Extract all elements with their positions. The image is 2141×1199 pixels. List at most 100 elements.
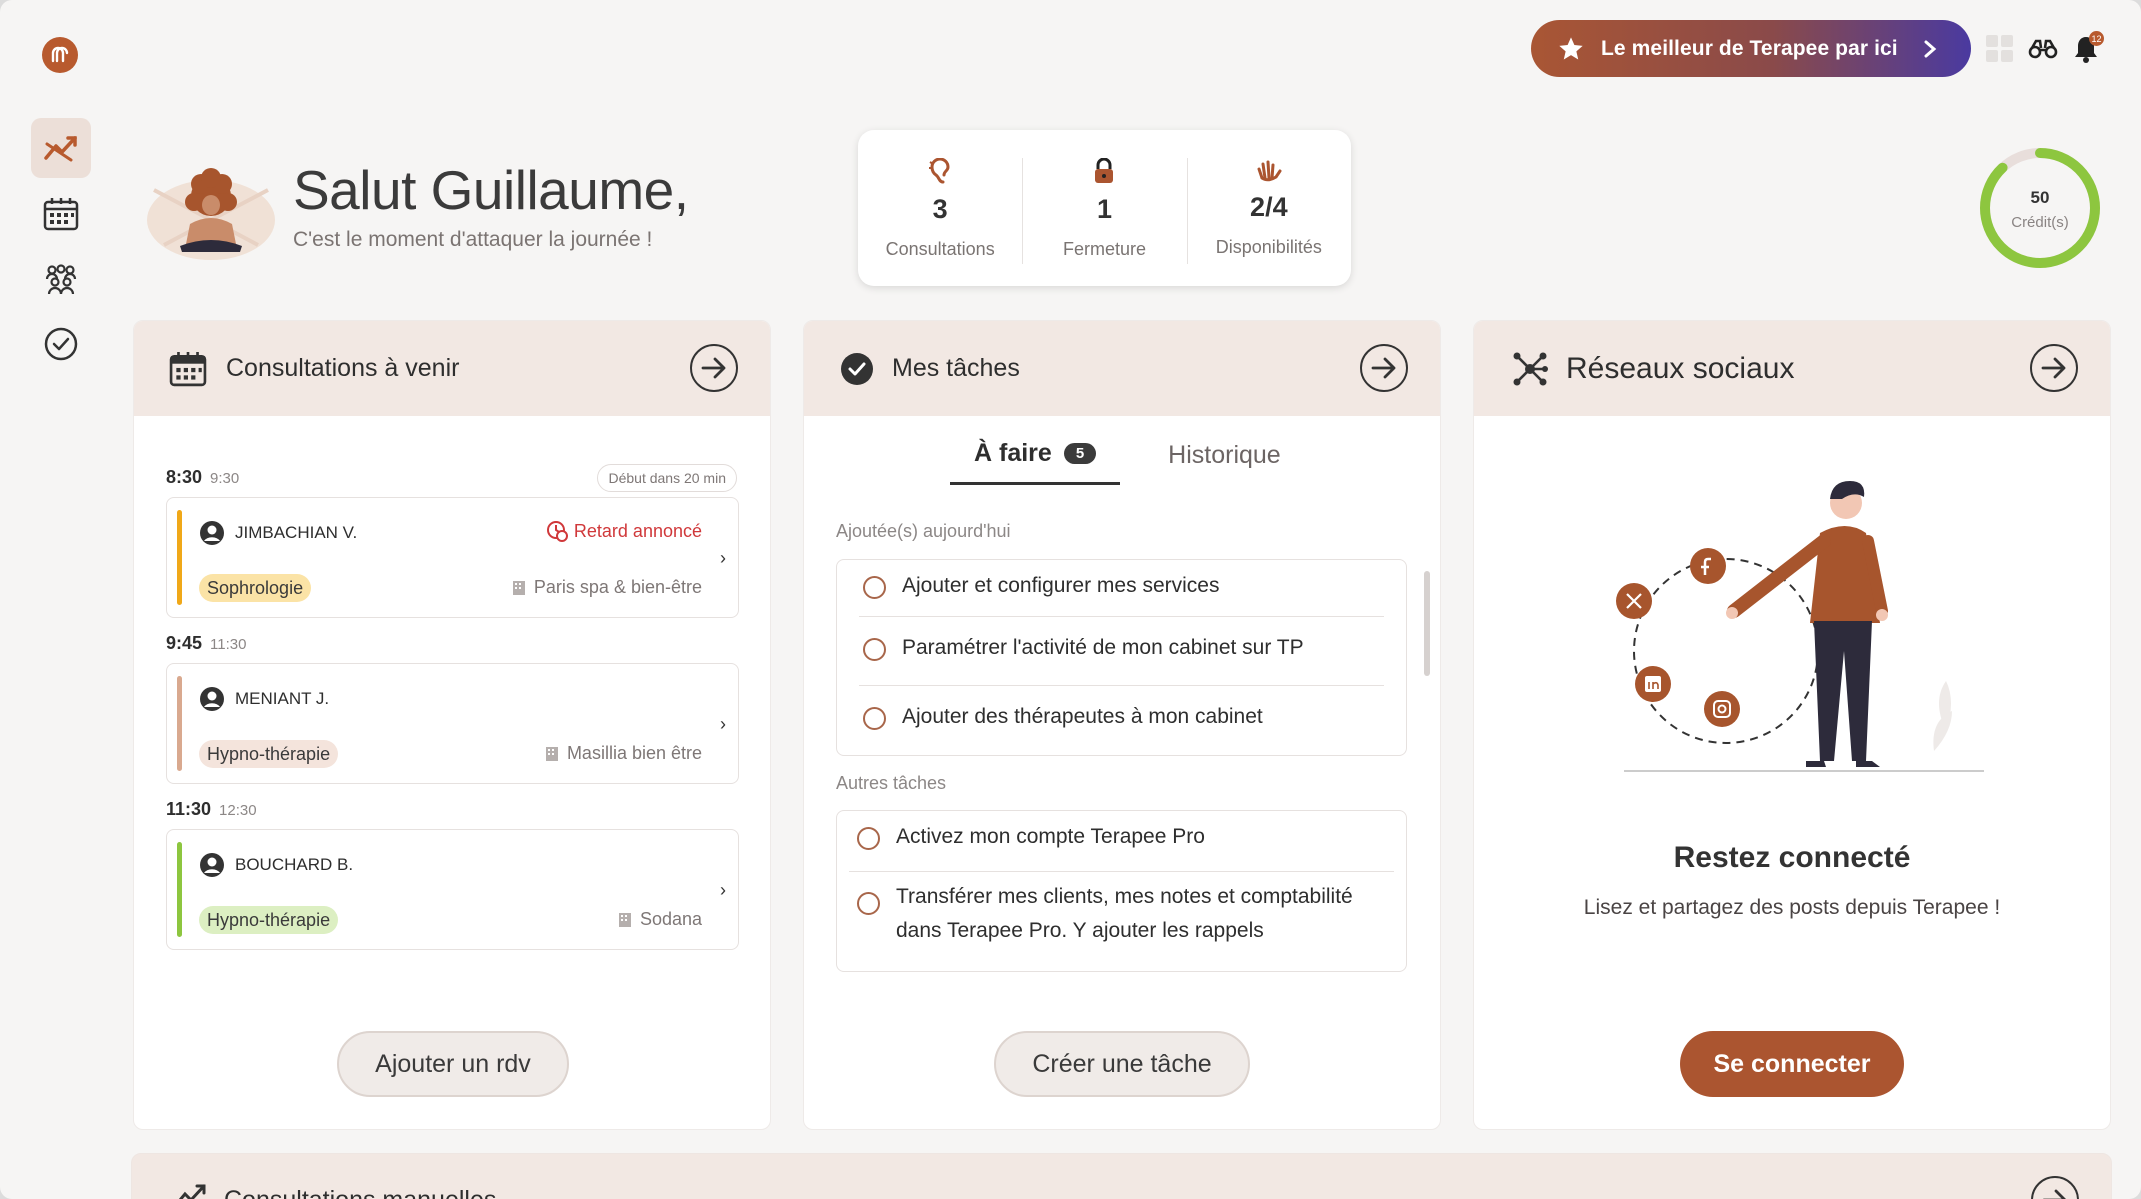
slot-time: 8:30 9:30 [166,467,240,487]
tasks-card-title: Mes tâches [892,354,1020,382]
terapee-logo[interactable] [42,37,78,73]
chart-icon [44,136,77,162]
late-announced-status: Retard annoncé [546,520,702,542]
task-item[interactable]: Transférer mes clients, mes notes et com… [837,872,1406,948]
appointment-client: JIMBACHIAN V. [199,520,357,546]
social-description: Lisez et partagez des posts depuis Terap… [1583,896,2001,919]
todo-count-badge: 5 [1063,443,1097,464]
connect-button[interactable]: Se connecter [1680,1031,1904,1097]
arrow-right-icon [2041,357,2066,379]
chevron-right-icon: › [720,880,726,900]
appointment-color-bar [177,510,182,605]
appointment-item[interactable]: JIMBACHIAN V. Retard annoncé Sophrologie… [166,497,739,618]
task-item[interactable]: Paramétrer l'activité de mon cabinet sur… [837,617,1406,685]
add-appointment-button[interactable]: Ajouter un rdv [337,1031,569,1097]
task-checkbox[interactable] [863,576,886,599]
credits-value: 50 [2030,188,2050,207]
task-checkbox[interactable] [857,892,880,915]
task-item[interactable]: Ajouter des thérapeutes à mon cabinet [837,686,1406,746]
tasks-card-header: Mes tâches [804,321,1440,416]
check-circle-icon [44,327,78,361]
calendar-icon [169,351,207,386]
appointments-card: Consultations à venir 8:30 9:30 Début dan… [133,320,771,1130]
instagram-icon [1704,691,1740,727]
calendar-icon [43,198,79,231]
network-icon [1513,352,1548,385]
tasks-card: Mes tâches À faire 5 Historique Ajoutée(… [803,320,1441,1130]
user-icon [200,687,224,711]
chevron-right-icon: › [720,548,726,568]
appointment-client: MENIANT J. [199,686,329,712]
task-checkbox[interactable] [857,827,880,850]
sidebar [0,0,122,1199]
appointment-location: Sodana [618,909,702,930]
social-heading: Restez connecté [1673,841,1911,874]
starts-soon-badge: Début dans 20 min [597,464,737,492]
tasks-open-button[interactable] [1360,344,1408,392]
arrow-right-icon [1371,357,1396,379]
manual-consultations-open-button[interactable] [2031,1176,2079,1199]
x-icon [1616,583,1652,619]
star-icon [1559,36,1583,59]
task-checkbox[interactable] [863,707,886,730]
building-icon [545,746,558,761]
facebook-icon [1690,548,1726,584]
sidebar-item-tasks[interactable] [31,314,91,374]
promo-banner-button[interactable]: Le meilleur de Terapee par ici [1531,20,1971,77]
check-circle-filled-icon [841,352,873,385]
binoculars-icon[interactable] [2027,33,2059,65]
tasks-today-list: Ajouter et configurer mes services Param… [836,559,1407,756]
tab-history[interactable]: Historique [1144,439,1305,485]
stat-value: 3 [932,194,948,224]
tab-todo[interactable]: À faire 5 [950,439,1121,485]
lock-icon [1095,158,1114,183]
appointment-color-bar [177,676,182,771]
appointments-card-header: Consultations à venir [134,321,770,416]
appointment-location: Masillia bien être [545,743,702,764]
clock-alert-icon [546,521,568,542]
group-label-today: Ajoutée(s) aujourd'hui [836,521,1011,541]
ear-icon [929,158,950,184]
sidebar-item-calendar[interactable] [31,184,91,244]
appointments-open-button[interactable] [690,344,738,392]
stat-availabilities[interactable]: 2/4 Disponibilités [1186,130,1351,286]
sidebar-item-dashboard[interactable] [31,118,91,178]
hand-icon [1257,160,1282,182]
appointment-item[interactable]: BOUCHARD B. Hypno-thérapie Sodana › [166,829,739,950]
appointments-card-title: Consultations à venir [226,354,460,382]
linkedin-icon [1635,666,1671,702]
manual-consultations-card: Consultations manuelles [131,1153,2112,1199]
chevron-right-icon [1924,40,1937,57]
meditating-avatar-illustration [147,168,275,260]
appointment-color-bar [177,842,182,937]
social-card: Réseaux sociaux Restez connecté Lisez et… [1473,320,2111,1130]
appointment-service-tag: Hypno-thérapie [199,906,339,934]
social-card-title: Réseaux sociaux [1566,351,1795,385]
appointment-location: Paris spa & bien-être [512,577,702,598]
appointment-item[interactable]: MENIANT J. Hypno-thérapie Masillia bien … [166,663,739,784]
building-icon [512,580,525,595]
stats-card: 3 Consultations 1 Fermeture 2/4 Disponib… [858,130,1351,286]
people-icon [45,264,77,295]
stat-closures[interactable]: 1 Fermeture [1022,130,1186,286]
appointment-service-tag: Hypno-thérapie [199,740,339,768]
stat-label: Fermeture [1062,239,1146,259]
grid-icon[interactable] [1984,33,2016,65]
task-checkbox[interactable] [863,638,886,661]
trend-icon [178,1184,206,1199]
create-task-button[interactable]: Créer une tâche [994,1031,1250,1097]
task-item[interactable]: Activez mon compte Terapee Pro [837,811,1406,871]
building-icon [618,912,631,927]
user-icon [200,521,224,545]
notifications-button[interactable]: 12 [2070,31,2104,65]
appointment-client: BOUCHARD B. [199,852,353,878]
stat-consultations[interactable]: 3 Consultations [858,130,1022,286]
credits-gauge[interactable]: 50 Crédit(s) [1978,146,2102,270]
sidebar-item-clients[interactable] [31,250,91,310]
chevron-right-icon: › [720,714,726,734]
task-item[interactable]: Ajouter et configurer mes services [837,560,1406,616]
scrollbar[interactable] [1424,571,1430,676]
social-open-button[interactable] [2030,344,2078,392]
stat-value: 2/4 [1250,192,1288,222]
greeting-subtitle: C'est le moment d'attaquer la journée ! [293,228,653,251]
